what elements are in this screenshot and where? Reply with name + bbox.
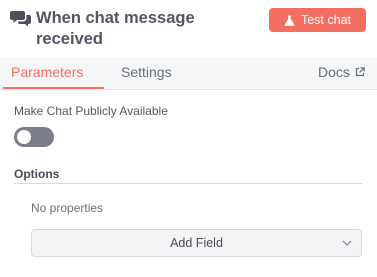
toggle-knob: [17, 130, 31, 144]
external-link-icon: [355, 67, 365, 77]
options-heading: Options: [14, 167, 60, 181]
chevron-down-icon: [342, 240, 352, 246]
options-divider: [14, 183, 362, 184]
add-field-dropdown[interactable]: Add Field: [31, 229, 362, 257]
docs-label: Docs: [318, 64, 350, 80]
chat-bubbles-icon: [10, 11, 31, 27]
public-chat-label: Make Chat Publicly Available: [14, 104, 168, 118]
no-properties-text: No properties: [31, 201, 104, 215]
tab-settings[interactable]: Settings: [121, 64, 172, 80]
docs-link[interactable]: Docs: [318, 64, 365, 80]
tab-bar: Parameters Settings Docs: [0, 58, 377, 90]
active-tab-indicator: [3, 87, 104, 89]
tab-parameters[interactable]: Parameters: [11, 64, 83, 80]
flask-icon: [284, 14, 295, 26]
public-chat-toggle[interactable]: [14, 127, 54, 147]
node-header: When chat message received Test chat: [0, 0, 377, 58]
add-field-label: Add Field: [170, 236, 223, 250]
test-chat-label: Test chat: [300, 13, 352, 27]
node-title: When chat message received: [36, 9, 195, 48]
test-chat-button[interactable]: Test chat: [269, 8, 366, 32]
